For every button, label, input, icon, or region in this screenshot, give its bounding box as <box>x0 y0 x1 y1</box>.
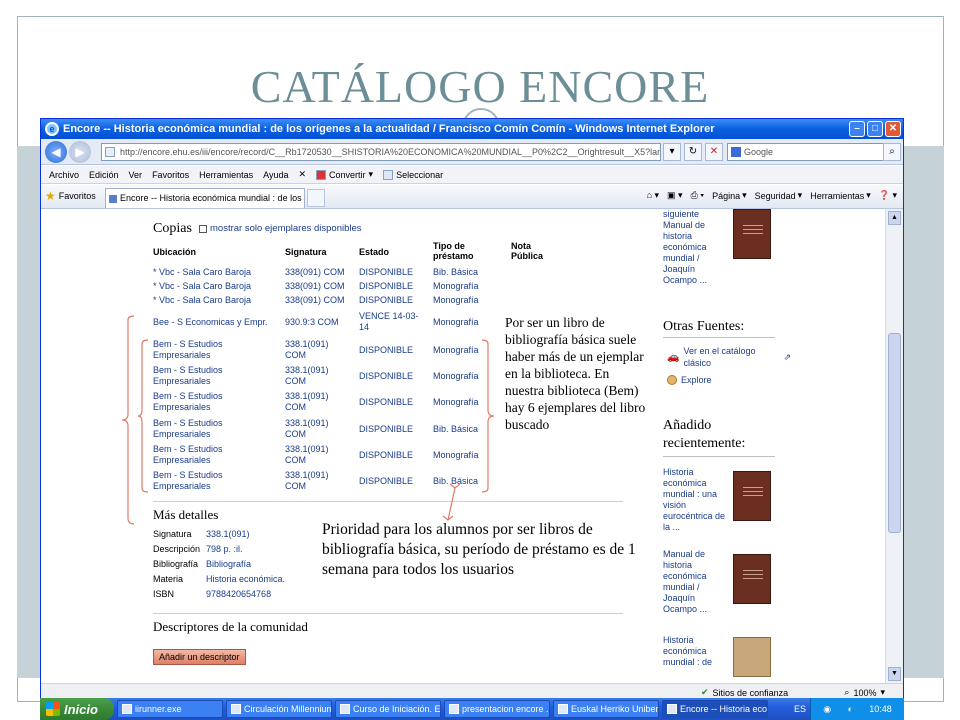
taskbar-item[interactable]: Circulación Millennium... <box>226 700 332 718</box>
start-label: Inicio <box>64 701 98 717</box>
taskbar-item[interactable]: Euskal Herriko Uniber... <box>553 700 659 718</box>
right-bracket <box>481 339 495 493</box>
clock[interactable]: 10:48 <box>869 704 892 714</box>
left-inner-bracket <box>137 339 149 493</box>
taskbar: Inicio iirunner.exe Circulación Millenni… <box>40 698 904 720</box>
app-icon <box>231 704 241 714</box>
taskbar-item-label: presentacion encore ... <box>462 704 550 714</box>
taskbar-item[interactable]: presentacion encore ... <box>444 700 550 718</box>
ie-app-icon <box>667 704 677 714</box>
taskbar-item-label: Curso de Iniciación. E... <box>353 704 441 714</box>
app-icon <box>558 704 568 714</box>
app-icon <box>122 704 132 714</box>
app-icon <box>340 704 350 714</box>
system-tray: ◉ ◐ 10:48 <box>810 698 904 720</box>
annotation-bottom: Prioridad para los alumnos por ser libro… <box>322 521 636 578</box>
language-indicator[interactable]: ES <box>794 704 806 714</box>
windows-logo-icon <box>46 702 60 716</box>
app-icon <box>449 704 459 714</box>
left-outer-bracket <box>121 315 135 525</box>
connector-arrow-head-top <box>449 483 461 489</box>
start-button[interactable]: Inicio <box>40 698 114 720</box>
taskbar-item[interactable]: iirunner.exe <box>117 700 223 718</box>
taskbar-item-label: Encore -- Historia eco... <box>680 704 768 714</box>
taskbar-item-label: iirunner.exe <box>135 704 182 714</box>
tray-icon[interactable]: ◉ <box>823 704 831 715</box>
annotation-right: Por ser un libro de bibliografía básica … <box>505 315 646 432</box>
taskbar-item[interactable]: Curso de Iniciación. E... <box>335 700 441 718</box>
annotation-overlay <box>121 315 495 525</box>
taskbar-item-label: Euskal Herriko Uniber... <box>571 704 659 714</box>
taskbar-item-label: Circulación Millennium... <box>244 704 332 714</box>
connector-arrow <box>447 487 456 521</box>
taskbar-item-active[interactable]: Encore -- Historia eco... <box>662 700 768 718</box>
tray-icon[interactable]: ◐ <box>847 704 852 714</box>
